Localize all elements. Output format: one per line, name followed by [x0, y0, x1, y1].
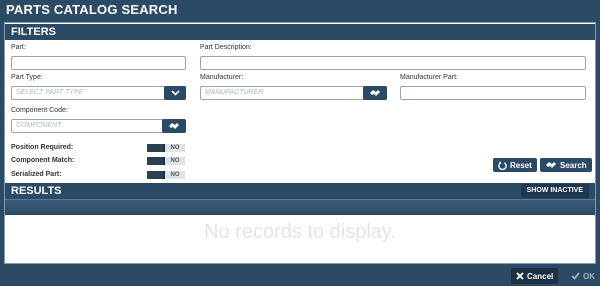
handshake-icon [169, 123, 179, 129]
dialog-footer: Cancel OK [0, 264, 600, 286]
search-label: Search [560, 160, 587, 170]
manufacturer-lookup[interactable]: MANUFACTURER [200, 86, 387, 100]
manufacturer-part-input[interactable] [400, 86, 586, 100]
results-title: RESULTS [11, 185, 62, 197]
reset-label: Reset [510, 160, 532, 170]
search-button[interactable]: Search [540, 158, 592, 172]
part-type-placeholder: SELECT PART TYPE [16, 89, 84, 96]
serialized-part-toggle[interactable]: NO [147, 171, 185, 179]
ok-button[interactable]: OK [566, 268, 600, 284]
close-icon [516, 272, 524, 280]
parts-catalog-search-dialog: PARTS CATALOG SEARCH FILTERS Part: Part … [0, 0, 600, 286]
reset-button[interactable]: Reset [493, 158, 537, 172]
component-code-lookup-button[interactable] [162, 119, 186, 133]
reset-icon [498, 160, 507, 170]
show-inactive-button[interactable]: SHOW INACTIVE [520, 184, 589, 198]
toggle-state: NO [165, 171, 185, 179]
manufacturer-label: Manufacturer: [200, 74, 244, 81]
chevron-down-icon[interactable] [164, 86, 186, 100]
toggle-knob [147, 144, 163, 152]
part-description-label: Part Description: [200, 44, 252, 51]
part-type-label: Part Type: [11, 74, 43, 81]
dialog-body: FILTERS Part: Part Description: Part Typ… [4, 22, 596, 264]
toggle-state: NO [165, 144, 185, 152]
filters-header: FILTERS [5, 24, 595, 40]
part-input[interactable] [11, 56, 186, 70]
handshake-icon [546, 162, 556, 168]
component-code-label: Component Code: [11, 107, 68, 114]
cancel-label: Cancel [527, 271, 554, 281]
manufacturer-part-label: Manufacturer Part: [400, 74, 458, 81]
component-match-toggle[interactable]: NO [147, 157, 185, 165]
part-description-input[interactable] [200, 56, 586, 70]
results-header: RESULTS SHOW INACTIVE [5, 183, 595, 199]
serialized-part-label: Serialized Part: [11, 171, 62, 178]
position-required-label: Position Required: [11, 144, 74, 151]
ok-label: OK [583, 271, 595, 281]
dialog-title: PARTS CATALOG SEARCH [0, 0, 600, 20]
handshake-icon [370, 90, 380, 96]
position-required-toggle[interactable]: NO [147, 144, 185, 152]
manufacturer-placeholder: MANUFACTURER [205, 89, 264, 96]
toggle-knob [147, 171, 163, 179]
component-match-label: Component Match: [11, 157, 75, 164]
check-icon [571, 272, 580, 280]
results-grid-header [5, 199, 595, 215]
part-type-select[interactable]: SELECT PART TYPE [11, 86, 186, 100]
toggle-state: NO [165, 157, 185, 165]
component-code-placeholder: COMPONENT [16, 122, 62, 129]
no-records-message: No records to display. [204, 221, 396, 243]
part-label: Part: [11, 44, 26, 51]
component-code-lookup[interactable]: COMPONENT [11, 119, 186, 133]
toggle-knob [147, 157, 163, 165]
cancel-button[interactable]: Cancel [511, 268, 559, 284]
manufacturer-lookup-button[interactable] [363, 86, 387, 100]
